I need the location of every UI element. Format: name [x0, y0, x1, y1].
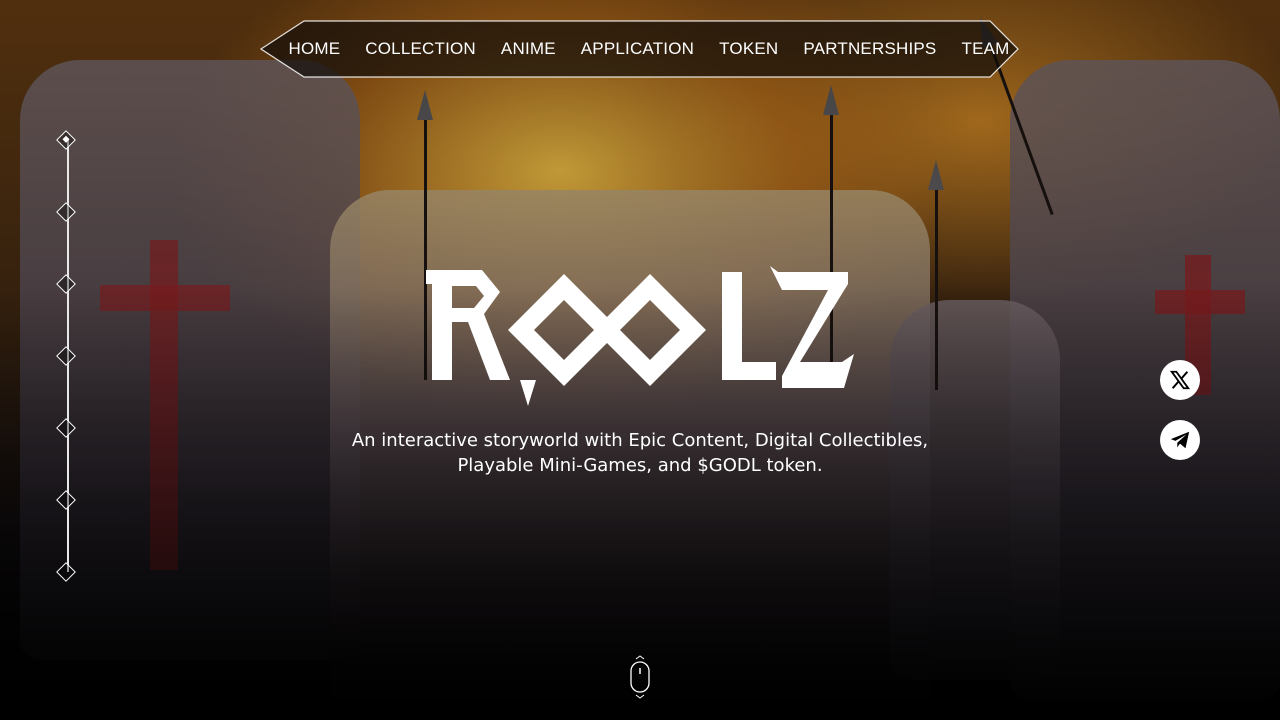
nav-anime[interactable]: ANIME	[501, 39, 556, 59]
knight-left-cross-vertical	[150, 240, 178, 570]
nav-home[interactable]: HOME	[288, 39, 340, 59]
telegram-social-button[interactable]	[1160, 420, 1200, 460]
top-nav: HOME COLLECTION ANIME APPLICATION TOKEN …	[260, 20, 1020, 78]
section-rail	[56, 128, 80, 584]
nav-partnerships[interactable]: PARTNERSHIPS	[803, 39, 936, 59]
section-dot-3[interactable]	[56, 274, 76, 294]
section-dot-6[interactable]	[56, 490, 76, 510]
section-dot-1[interactable]	[56, 130, 76, 150]
nav-application[interactable]: APPLICATION	[581, 39, 694, 59]
spear-3	[928, 160, 944, 390]
x-icon	[1169, 370, 1191, 390]
scroll-mouse-icon[interactable]	[628, 654, 652, 700]
nav-collection[interactable]: COLLECTION	[365, 39, 476, 59]
knight-right-cross-horizontal	[1155, 290, 1245, 314]
nav-team[interactable]: TEAM	[961, 39, 1009, 59]
section-dot-7[interactable]	[56, 562, 76, 582]
section-dot-4[interactable]	[56, 346, 76, 366]
x-social-button[interactable]	[1160, 360, 1200, 400]
roolz-logo	[426, 266, 854, 406]
knight-left-cross-horizontal	[100, 285, 230, 311]
section-dot-5[interactable]	[56, 418, 76, 438]
section-dot-2[interactable]	[56, 202, 76, 222]
telegram-icon	[1170, 431, 1190, 449]
knight-mid-right	[890, 300, 1060, 680]
hero-tagline: An interactive storyworld with Epic Cont…	[351, 430, 929, 476]
knight-right	[1010, 60, 1280, 700]
nav-token[interactable]: TOKEN	[719, 39, 778, 59]
